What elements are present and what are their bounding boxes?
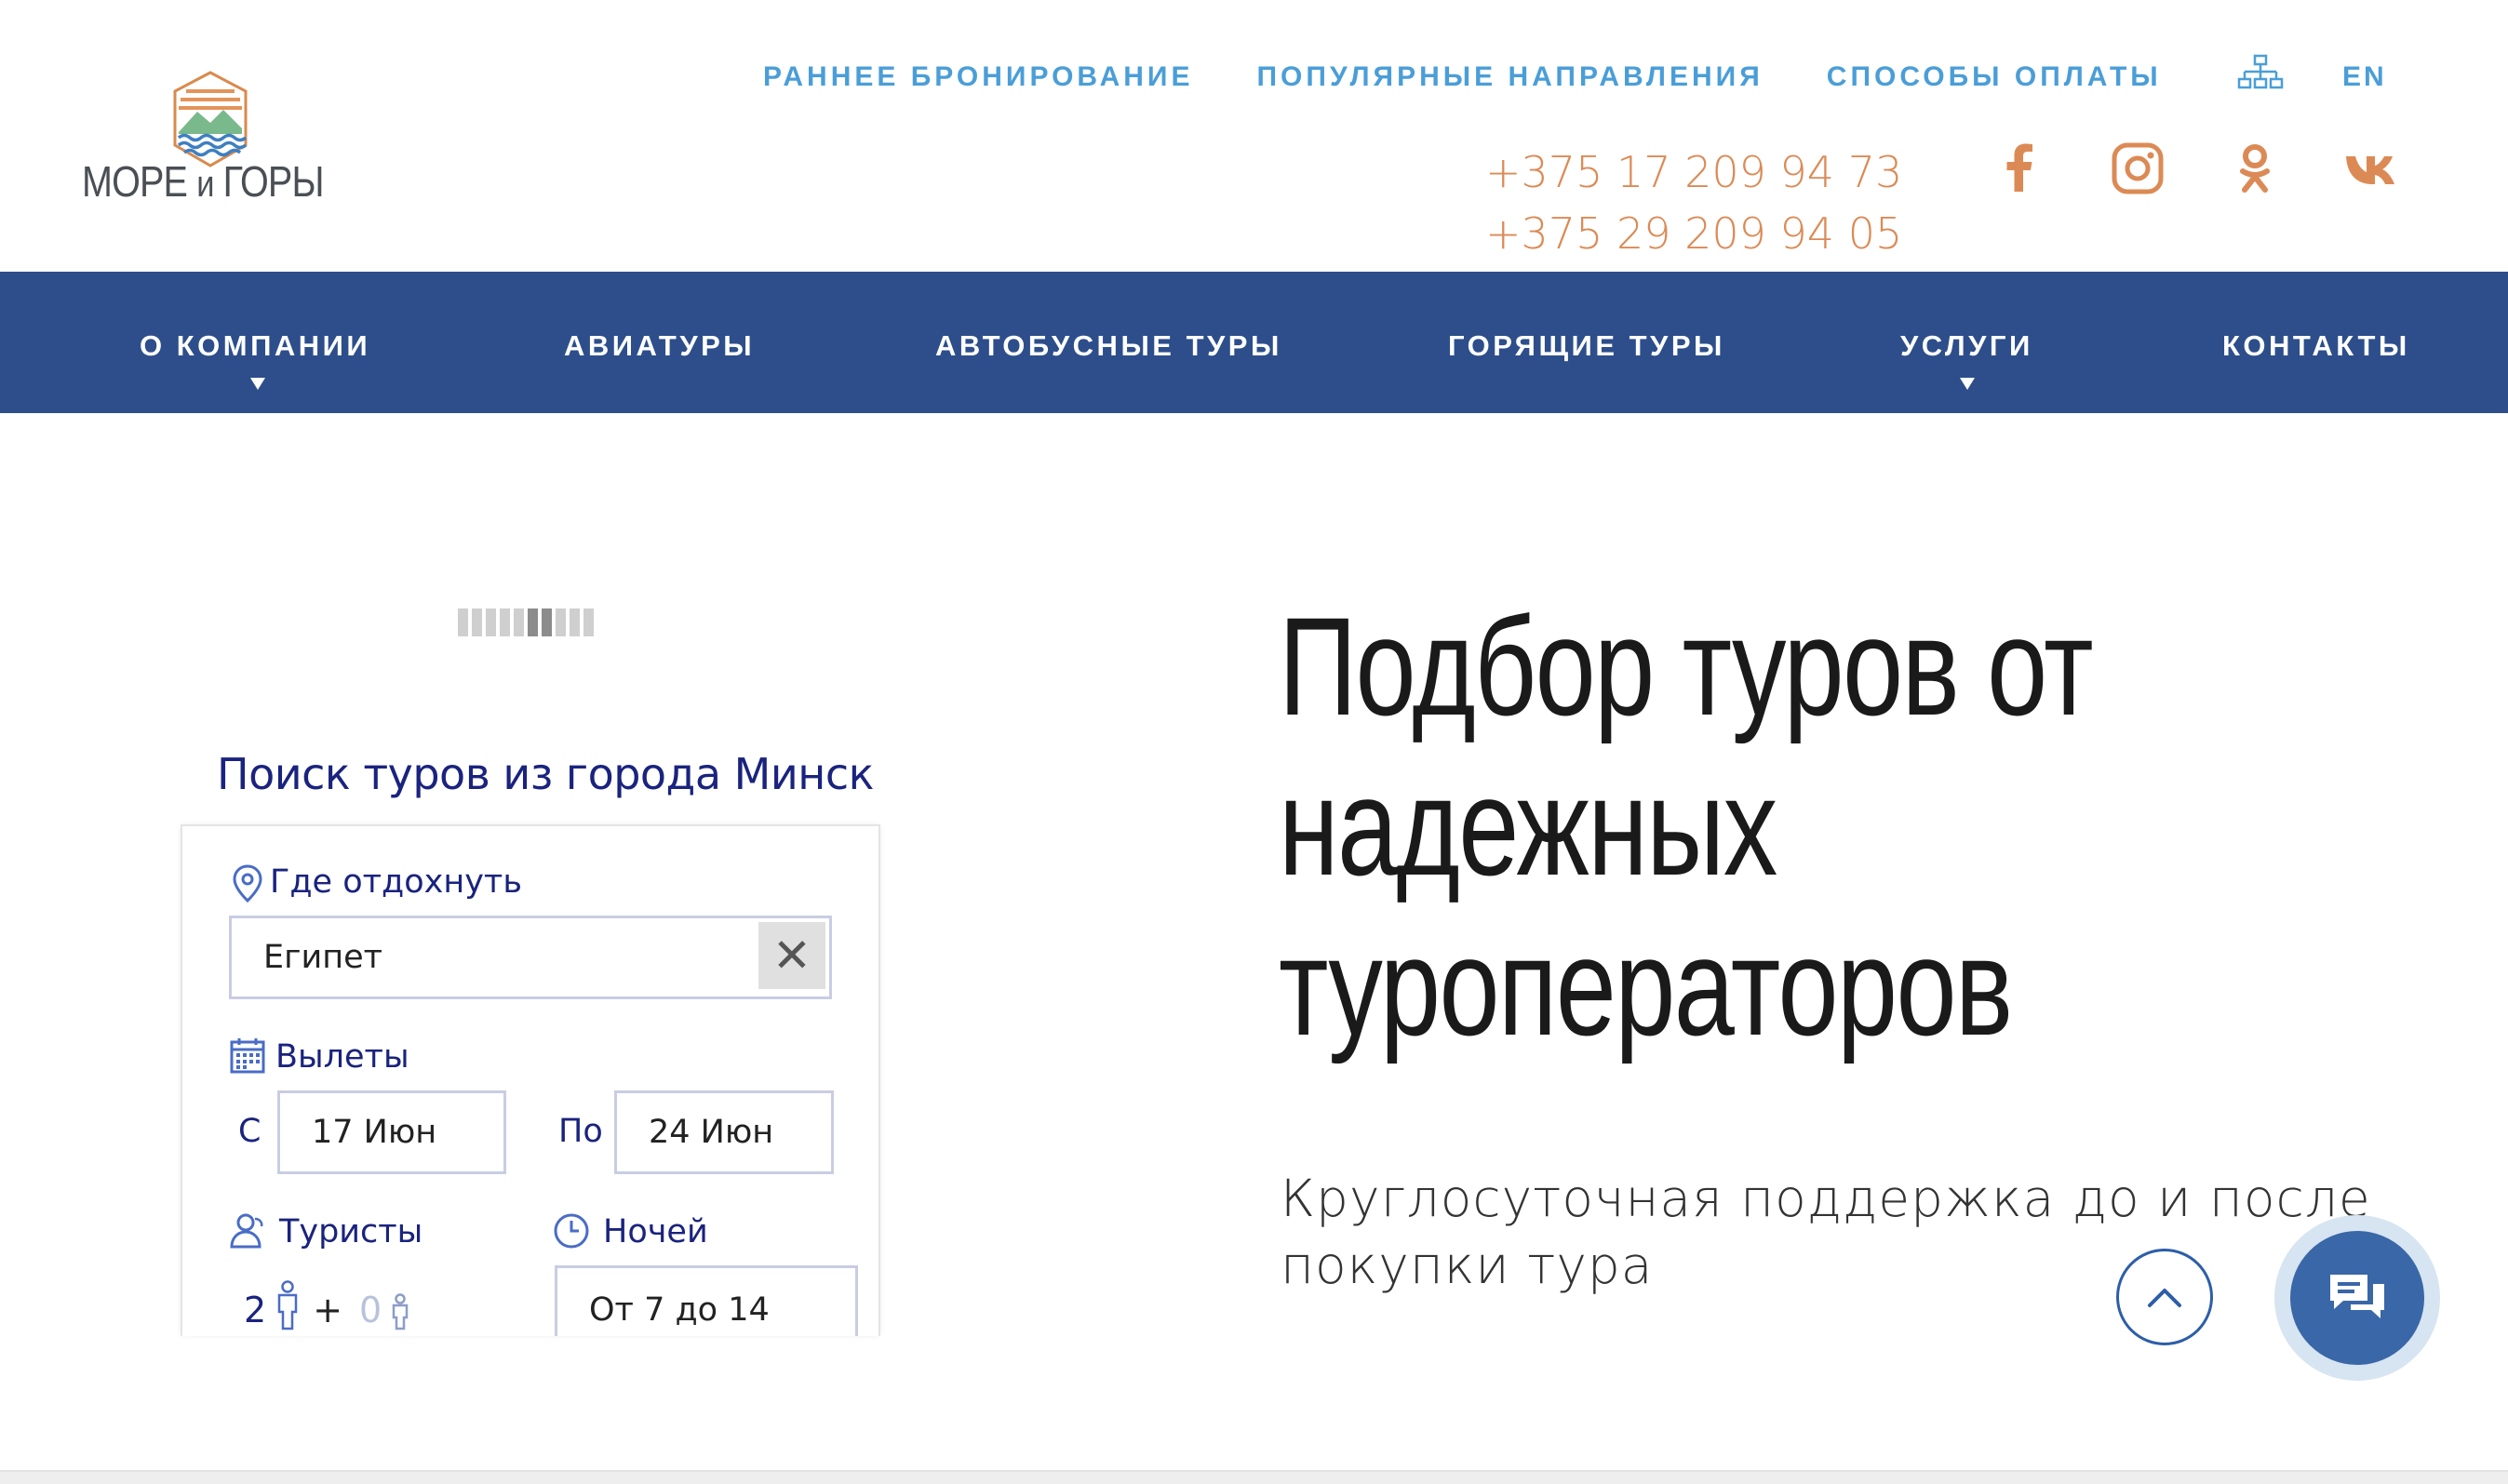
chat-icon — [2330, 1275, 2384, 1318]
hero-title: Подбор туров от надежных туроператоров — [1279, 588, 2094, 1064]
logo-text: МОРЕ и ГОРЫ — [82, 157, 324, 206]
vk-icon[interactable] — [2343, 140, 2401, 197]
phone-list: +375 17 209 94 73 +375 29 209 94 05 — [1485, 141, 1902, 264]
language-switch[interactable]: EN — [2342, 61, 2387, 93]
chevron-down-icon[interactable] — [1960, 378, 1975, 390]
child-icon — [392, 1293, 409, 1330]
date-to-input[interactable]: 24 Июн — [614, 1090, 834, 1174]
plus-sign: + — [313, 1290, 343, 1330]
nights-label: Ночей — [603, 1213, 708, 1250]
chevron-up-icon — [2148, 1289, 2181, 1307]
date-to-value: 24 Июн — [649, 1114, 774, 1151]
tourists-label: Туристы — [279, 1213, 423, 1250]
odnoklassniki-icon[interactable] — [2226, 140, 2284, 197]
nav-item-hot-tours[interactable]: ГОРЯЩИЕ ТУРЫ — [1448, 329, 1725, 363]
chat-button[interactable] — [2274, 1215, 2440, 1381]
destination-value: Египет — [263, 939, 383, 976]
top-link-early-booking[interactable]: РАННЕЕ БРОНИРОВАНИЕ — [763, 61, 1193, 93]
phone-number[interactable]: +375 29 209 94 05 — [1485, 203, 1902, 264]
calendar-icon — [230, 1038, 265, 1074]
chevron-down-icon[interactable] — [250, 378, 265, 390]
nav-item-services[interactable]: УСЛУГИ — [1900, 329, 2033, 363]
nav-item-air-tours[interactable]: АВИАТУРЫ — [564, 329, 755, 363]
logo-emblem-icon — [173, 71, 248, 167]
hero-subtitle: Круглосуточная поддержка до и после поку… — [1281, 1169, 2371, 1295]
page-bottom-divider — [0, 1470, 2508, 1484]
site-logo[interactable]: МОРЕ и ГОРЫ — [82, 71, 335, 210]
top-links: РАННЕЕ БРОНИРОВАНИЕ ПОПУЛЯРНЫЕ НАПРАВЛЕН… — [763, 61, 2162, 93]
date-to-prefix: По — [558, 1113, 603, 1150]
tourists-icon — [230, 1213, 263, 1249]
instagram-icon[interactable] — [2109, 140, 2166, 197]
nights-select[interactable]: От 7 до 14 — [555, 1265, 858, 1336]
loading-indicator — [458, 608, 594, 636]
departures-label: Вылеты — [275, 1038, 409, 1076]
top-link-popular-destinations[interactable]: ПОПУЛЯРНЫЕ НАПРАВЛЕНИЯ — [1256, 61, 1763, 93]
date-from-input[interactable]: 17 Июн — [277, 1090, 506, 1174]
nav-item-bus-tours[interactable]: АВТОБУСНЫЕ ТУРЫ — [935, 329, 1282, 363]
search-title: Поиск туров из города Минск — [217, 749, 874, 799]
nav-item-about[interactable]: О КОМПАНИИ — [140, 329, 370, 363]
sitemap-icon[interactable] — [2237, 54, 2284, 91]
tour-search-form: Где отдохнуть Египет ✕ Вылеты С 17 Июн П… — [181, 824, 880, 1336]
clock-icon — [554, 1213, 589, 1249]
facebook-icon[interactable] — [1992, 140, 2049, 197]
adults-count: 2 — [244, 1290, 267, 1330]
date-from-value: 17 Июн — [312, 1114, 437, 1151]
scroll-to-top-button[interactable] — [2116, 1249, 2213, 1345]
adult-icon — [277, 1280, 298, 1330]
main-nav: О КОМПАНИИ АВИАТУРЫ АВТОБУСНЫЕ ТУРЫ ГОРЯ… — [0, 272, 2508, 413]
location-pin-icon — [233, 864, 262, 902]
nav-item-contacts[interactable]: КОНТАКТЫ — [2222, 329, 2410, 363]
phone-number[interactable]: +375 17 209 94 73 — [1485, 141, 1902, 203]
children-count: 0 — [359, 1290, 382, 1330]
clear-icon[interactable]: ✕ — [758, 922, 825, 989]
nights-value: От 7 до 14 — [589, 1291, 770, 1329]
destination-input[interactable]: Египет ✕ — [229, 916, 832, 999]
tourists-counter[interactable]: 2 + 0 — [244, 1280, 411, 1330]
top-link-payment-methods[interactable]: СПОСОБЫ ОПЛАТЫ — [1827, 61, 2162, 93]
destination-label: Где отдохнуть — [270, 863, 522, 901]
date-from-prefix: С — [238, 1113, 262, 1150]
